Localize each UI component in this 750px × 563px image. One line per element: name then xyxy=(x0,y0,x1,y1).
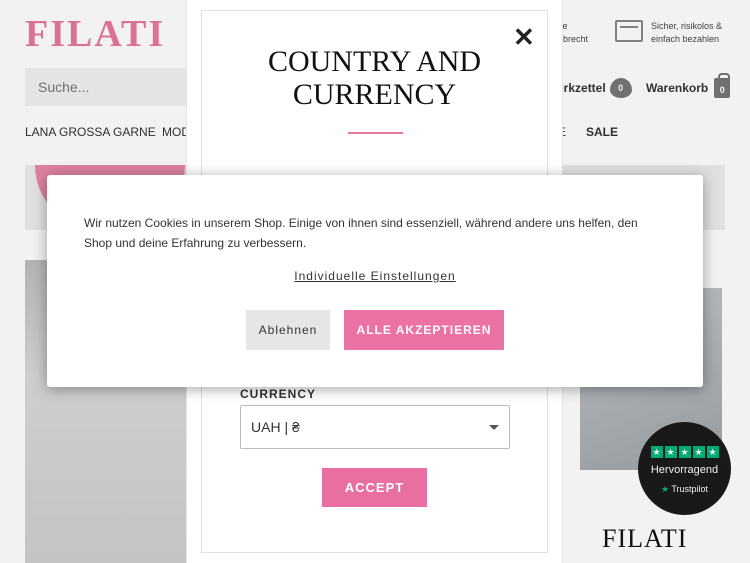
accept-all-button[interactable]: ALLE AKZEPTIEREN xyxy=(344,310,504,350)
currency-label: CURRENCY xyxy=(240,387,317,401)
cookie-consent-dialog: Wir nutzen Cookies in unserem Shop. Eini… xyxy=(47,175,703,387)
reject-button[interactable]: Ablehnen xyxy=(246,310,330,350)
currency-select[interactable]: UAH | ₴ xyxy=(240,405,510,449)
currency-value: UAH | ₴ xyxy=(251,419,300,435)
cookie-message: Wir nutzen Cookies in unserem Shop. Eini… xyxy=(84,216,638,250)
chevron-down-icon xyxy=(489,425,499,430)
accept-button[interactable]: ACCEPT xyxy=(322,468,427,507)
modal-title: COUNTRY AND CURRENCY xyxy=(267,45,482,111)
title-divider xyxy=(348,132,403,134)
individual-settings-link[interactable]: Individuelle Einstellungen xyxy=(47,269,703,283)
